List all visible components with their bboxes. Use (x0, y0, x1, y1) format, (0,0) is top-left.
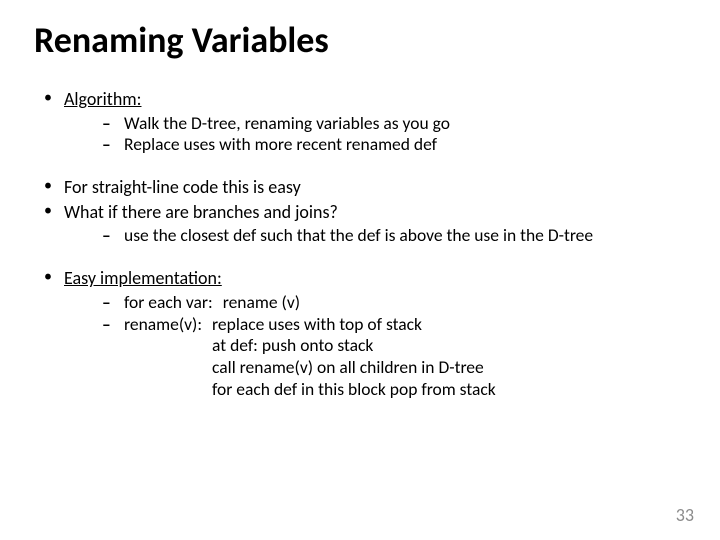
bullet-algorithm: Algorithm: Walk the D-tree, renaming var… (40, 88, 686, 156)
algorithm-label: Algorithm: (64, 88, 141, 110)
easy-impl-sublist: for each var: rename (v) rename(v): repl… (102, 292, 686, 401)
foreach-left: for each var: (124, 292, 213, 314)
slide-body: Algorithm: Walk the D-tree, renaming var… (34, 88, 686, 401)
easy-sub-1: rename(v): replace uses with top of stac… (102, 314, 686, 402)
bullet-list-1: Algorithm: Walk the D-tree, renaming var… (40, 88, 686, 156)
bullet-branches: What if there are branches and joins? us… (40, 201, 686, 247)
rename-line-3: for each def in this block pop from stac… (212, 379, 686, 401)
bullet-list-3: Easy implementation: for each var: renam… (40, 267, 686, 401)
rename-line-2: call rename(v) on all children in D-tree (212, 357, 686, 379)
foreach-right: rename (v) (223, 292, 686, 314)
page-number: 33 (676, 504, 694, 526)
slide-title: Renaming Variables (34, 18, 686, 62)
easy-impl-label: Easy implementation: (64, 267, 222, 289)
branches-sublist: use the closest def such that the def is… (102, 225, 686, 247)
bullet-easy-impl: Easy implementation: for each var: renam… (40, 267, 686, 401)
rename-left: rename(v): (124, 314, 202, 402)
algorithm-sub-1: Replace uses with more recent renamed de… (102, 134, 686, 156)
bullet-straight-line: For straight-line code this is easy (40, 176, 686, 199)
rename-row: rename(v): replace uses with top of stac… (124, 314, 686, 402)
algorithm-sub-0: Walk the D-tree, renaming variables as y… (102, 113, 686, 135)
branches-text: What if there are branches and joins? (64, 201, 338, 223)
rename-line-1: at def: push onto stack (212, 335, 686, 357)
foreach-row: for each var: rename (v) (124, 292, 686, 314)
algorithm-sublist: Walk the D-tree, renaming variables as y… (102, 113, 686, 157)
rename-line-0: replace uses with top of stack (212, 314, 686, 336)
slide: Renaming Variables Algorithm: Walk the D… (0, 0, 720, 540)
spacer (34, 158, 686, 176)
spacer (34, 249, 686, 267)
bullet-list-2: For straight-line code this is easy What… (40, 176, 686, 247)
easy-sub-0: for each var: rename (v) (102, 292, 686, 314)
rename-right: replace uses with top of stack at def: p… (212, 314, 686, 402)
branches-sub-0: use the closest def such that the def is… (102, 225, 686, 247)
